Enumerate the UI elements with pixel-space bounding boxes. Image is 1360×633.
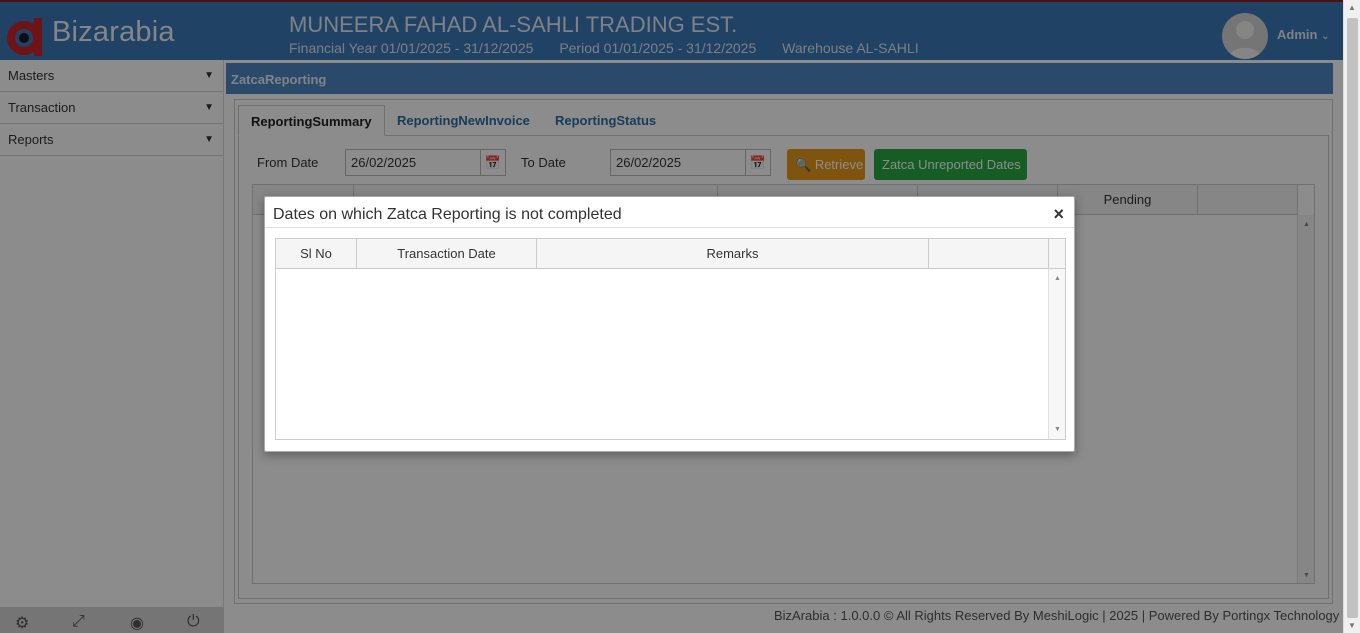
close-icon[interactable]: × — [1053, 204, 1064, 225]
scroll-up-icon[interactable]: ▲ — [1348, 3, 1356, 12]
modal-title: Dates on which Zatca Reporting is not co… — [273, 206, 622, 223]
column-transaction-date[interactable]: Transaction Date — [357, 239, 537, 269]
scroll-up-icon[interactable]: ▲ — [1054, 275, 1061, 282]
scrollbar-thumb[interactable] — [1347, 18, 1358, 618]
grid-scrollbar[interactable]: ▲ ▼ — [1048, 269, 1065, 439]
divider — [265, 227, 1074, 228]
grid-column-header[interactable] — [929, 239, 1049, 269]
column-sl-no[interactable]: Sl No — [276, 239, 357, 269]
scroll-down-icon[interactable]: ▼ — [1348, 621, 1356, 630]
grid-header: Sl No Transaction Date Remarks — [276, 239, 1065, 269]
unreported-dates-modal: Dates on which Zatca Reporting is not co… — [264, 196, 1075, 452]
unreported-dates-grid: Sl No Transaction Date Remarks ▲ ▼ — [275, 238, 1066, 440]
column-remarks[interactable]: Remarks — [537, 239, 929, 269]
scroll-down-icon[interactable]: ▼ — [1054, 426, 1061, 433]
page-scrollbar[interactable]: ▲ ▼ — [1343, 0, 1360, 633]
